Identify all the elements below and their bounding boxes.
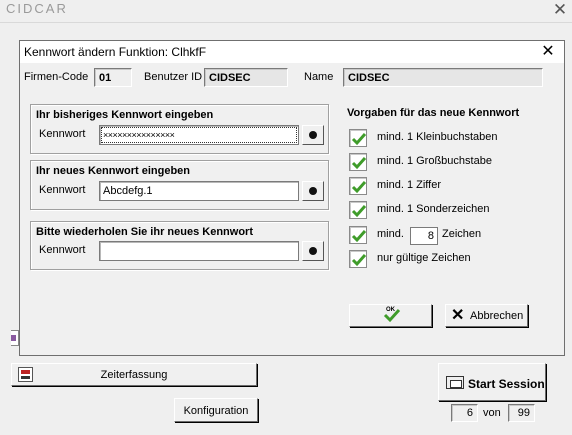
rule-label-valid-chars: nur gültige Zeichen (377, 252, 471, 264)
start-session-button[interactable]: Start Session (438, 363, 546, 401)
cancel-label: Abbrechen (470, 310, 524, 322)
checkmark-icon (351, 133, 367, 146)
start-session-label: Start Session (468, 377, 545, 391)
page-total: 99 (508, 404, 535, 422)
old-password-title: Ihr bisheriges Kennwort eingeben (36, 109, 214, 121)
zeiterfassung-label: Zeiterfassung (100, 369, 168, 381)
rules-title: Vorgaben für das neue Kennwort (347, 107, 520, 119)
checkmark-icon (351, 205, 367, 218)
new-password-title: Ihr neues Kennwort eingeben (36, 165, 191, 177)
new-password-label: Kennwort (39, 184, 86, 196)
checkmark-icon (351, 157, 367, 170)
repeat-password-input[interactable] (99, 241, 299, 261)
cancel-button[interactable]: ✕ Abbrechen (445, 304, 528, 327)
rule-checkbox-digit[interactable] (349, 177, 367, 195)
rule-label-digit: mind. 1 Ziffer (377, 179, 441, 191)
old-password-group: Ihr bisheriges Kennwort eingeben Kennwor… (30, 104, 329, 154)
name-label: Name (304, 71, 334, 83)
konfiguration-label: Konfiguration (183, 405, 249, 417)
name-value: CIDSEC (343, 68, 543, 87)
repeat-password-label: Kennwort (39, 244, 86, 256)
firmen-code-value: 01 (94, 68, 132, 87)
rule-checkbox-valid-chars[interactable] (349, 250, 367, 268)
ok-button[interactable]: OK (349, 304, 432, 327)
rule-label-minlength-suffix: Zeichen (442, 228, 482, 240)
zeiterfassung-button[interactable]: Zeiterfassung (11, 363, 257, 386)
benutzer-id-label: Benutzer ID (144, 71, 203, 83)
cancel-x-icon: ✕ (451, 307, 465, 324)
min-length-input[interactable]: 8 (410, 227, 438, 245)
new-password-input[interactable]: Abcdefg.1 (99, 181, 299, 201)
rule-checkbox-uppercase[interactable] (349, 153, 367, 171)
old-password-reveal-button[interactable] (302, 125, 324, 145)
konfiguration-button[interactable]: Konfiguration (174, 398, 258, 422)
benutzer-id-value: CIDSEC (204, 68, 288, 87)
partial-app-icon[interactable] (11, 330, 19, 346)
dialog-close-icon[interactable]: ✕ (538, 43, 558, 61)
rule-label-uppercase: mind. 1 Großbuchstabe (377, 155, 492, 167)
page-of-label: von (483, 407, 501, 419)
dialog-title: Kennwort ändern Funktion: ClhkfF (24, 45, 207, 59)
checkmark-icon (351, 254, 367, 267)
new-password-reveal-button[interactable] (302, 181, 324, 201)
rule-checkbox-lowercase[interactable] (349, 129, 367, 147)
repeat-password-title: Bitte wiederholen Sie ihr neues Kennwort (36, 226, 253, 238)
old-password-input[interactable]: ××××××××××××××× (99, 125, 299, 145)
checkmark-icon (351, 181, 367, 194)
ok-check-icon (383, 308, 401, 323)
new-password-group: Ihr neues Kennwort eingeben Kennwort Abc… (30, 160, 329, 210)
rule-label-lowercase: mind. 1 Kleinbuchstaben (377, 131, 498, 143)
rule-checkbox-minlength[interactable] (349, 226, 367, 244)
rule-label-minlength: mind. (377, 228, 404, 240)
repeat-password-group: Bitte wiederholen Sie ihr neues Kennwort… (30, 221, 329, 270)
old-password-label: Kennwort (39, 128, 86, 140)
firmen-code-label: Firmen-Code (24, 71, 89, 83)
app-close-icon[interactable]: ✕ (551, 1, 569, 19)
rule-label-special: mind. 1 Sonderzeichen (377, 203, 490, 215)
repeat-password-reveal-button[interactable] (302, 241, 324, 261)
title-divider (0, 22, 572, 23)
page-current: 6 (451, 404, 478, 422)
dialog-title-bar[interactable]: Kennwort ändern Funktion: ClhkfF (20, 41, 564, 63)
app-title: CIDCAR (6, 1, 68, 16)
checkmark-icon (351, 230, 367, 243)
rule-checkbox-special[interactable] (349, 201, 367, 219)
session-folder-icon (446, 376, 464, 389)
